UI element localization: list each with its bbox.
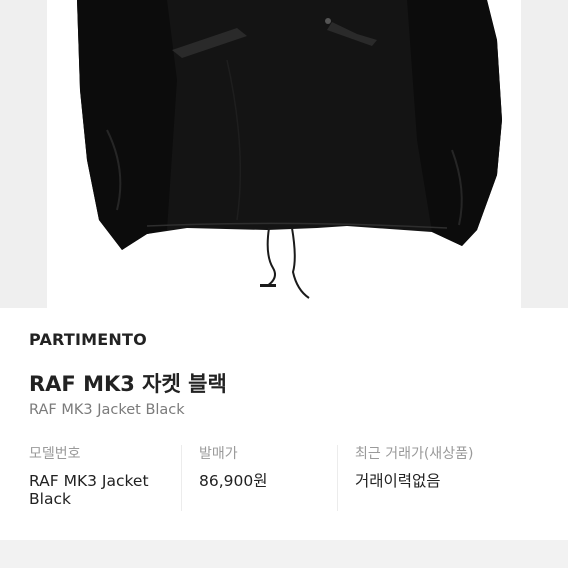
section-separator (0, 540, 568, 568)
detail-value: 거래이력없음 (355, 472, 441, 490)
product-title: RAF MK3 자켓 블랙 (29, 372, 227, 396)
detail-label: 모델번호 (29, 446, 81, 462)
product-image-area[interactable] (0, 0, 568, 308)
product-info-panel: PARTIMENTO RAF MK3 자켓 블랙 RAF MK3 Jacket … (0, 308, 568, 540)
cord-stopper (260, 284, 276, 287)
jacket-image (77, 0, 502, 299)
detail-value: RAF MK3 Jacket Black (29, 472, 149, 508)
divider (337, 445, 338, 511)
detail-value: 86,900원 (199, 472, 268, 490)
brand-name[interactable]: PARTIMENTO (29, 330, 147, 349)
left-sleeve (77, 0, 177, 250)
drawcord-left (266, 227, 276, 287)
divider (181, 445, 182, 511)
release-price-detail: 발매가 86,900원 (199, 446, 339, 490)
detail-label: 최근 거래가(새상품) (355, 446, 474, 462)
zipper-pull (325, 18, 331, 24)
detail-label: 발매가 (199, 446, 238, 462)
product-photo (47, 0, 521, 308)
recent-trade-price-detail: 최근 거래가(새상품) 거래이력없음 (355, 446, 545, 490)
product-subtitle: RAF MK3 Jacket Black (29, 402, 185, 418)
drawcord-right (291, 227, 310, 299)
model-number-detail: 모델번호 RAF MK3 Jacket Black (29, 446, 179, 508)
